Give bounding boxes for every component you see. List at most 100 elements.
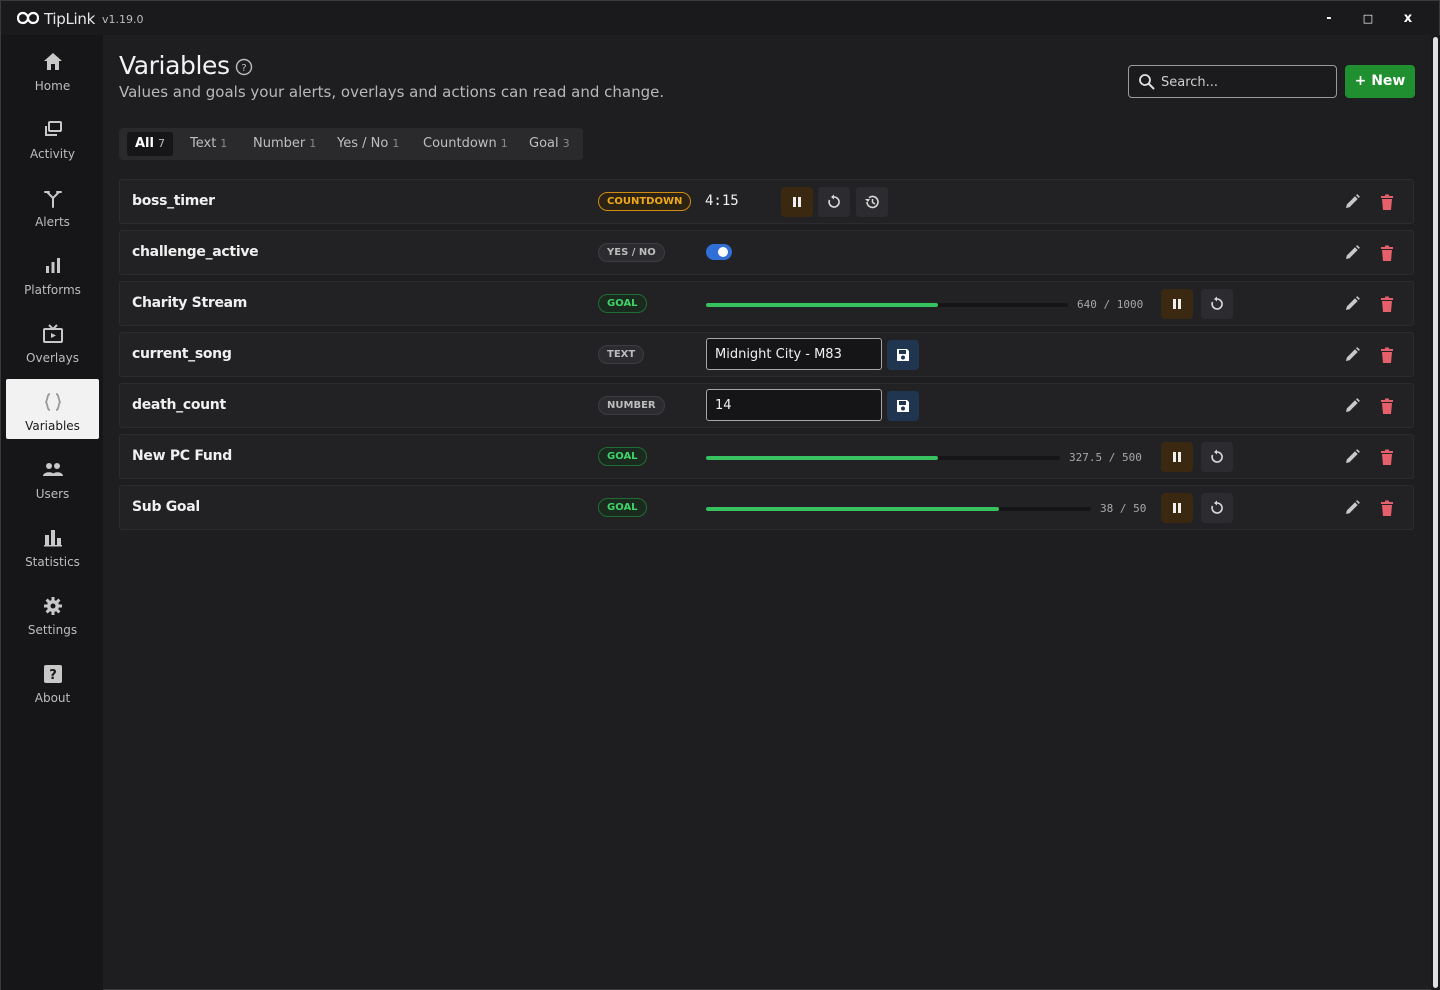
sidebar-item-label: Variables <box>25 419 80 433</box>
goal-progress-bar <box>706 303 1068 307</box>
tab-label: Number <box>253 136 306 151</box>
edit-icon[interactable] <box>1342 192 1362 212</box>
trash-icon[interactable] <box>1377 447 1397 467</box>
sidebar-item-home[interactable]: Home <box>6 39 99 99</box>
edit-icon[interactable] <box>1342 294 1362 314</box>
sidebar-item-statistics[interactable]: Statistics <box>6 515 99 575</box>
variable-row-sub-goal: Sub Goal GOAL 38 / 50 <box>119 485 1414 530</box>
edit-icon[interactable] <box>1342 243 1362 263</box>
sidebar-item-alerts[interactable]: Alerts <box>6 175 99 235</box>
tab-count: 1 <box>220 137 228 150</box>
search-box <box>1128 65 1337 98</box>
reset-button[interactable] <box>1201 442 1233 472</box>
app-version: v1.19.0 <box>102 13 144 26</box>
goal-progress-fill <box>706 507 999 511</box>
trash-icon[interactable] <box>1377 498 1397 518</box>
reset-icon <box>1211 500 1223 514</box>
title-bar: TipLink v1.19.0 - □ x <box>1 1 1439 35</box>
save-button[interactable] <box>887 340 919 370</box>
variables-icon <box>44 393 62 411</box>
sidebar-item-activity[interactable]: Activity <box>6 107 99 167</box>
sidebar-item-label: Home <box>34 79 71 93</box>
goal-current: 640 <box>1077 298 1097 311</box>
minimize-button[interactable]: - <box>1319 9 1339 29</box>
tab-label: All <box>135 136 154 151</box>
sidebar-item-label: Alerts <box>35 215 70 229</box>
goal-current: 38 <box>1100 502 1114 515</box>
yes-no-toggle[interactable] <box>706 244 732 260</box>
scrollbar[interactable] <box>1431 35 1440 990</box>
trash-icon[interactable] <box>1377 396 1397 416</box>
maximize-button[interactable]: □ <box>1358 9 1378 29</box>
tab-all[interactable]: All 7 <box>127 132 173 156</box>
type-badge: COUNTDOWN <box>598 192 692 211</box>
variable-name: challenge_active <box>132 244 259 260</box>
number-value-input[interactable] <box>706 389 882 421</box>
reset-icon <box>1211 296 1223 310</box>
type-badge: YES / NO <box>598 243 665 262</box>
type-badge: GOAL <box>598 498 647 517</box>
variable-row-boss-timer: boss_timer COUNTDOWN 4:15 <box>119 179 1414 224</box>
sidebar-item-about[interactable]: ? About <box>6 651 99 711</box>
scrollbar-thumb[interactable] <box>1433 37 1438 988</box>
reset-icon <box>828 194 840 208</box>
sidebar-item-overlays[interactable]: Overlays <box>6 311 99 371</box>
pause-button[interactable] <box>1161 442 1193 472</box>
sidebar-item-users[interactable]: Users <box>6 447 99 507</box>
tab-goal[interactable]: Goal 3 <box>521 132 578 156</box>
text-value-input[interactable] <box>706 338 882 370</box>
sidebar-item-platforms[interactable]: Platforms <box>6 243 99 303</box>
type-filter-tabs: All 7 Text 1 Number 1 Yes / No 1 Countdown 1 … <box>119 128 583 160</box>
sidebar-item-label: Platforms <box>24 283 81 297</box>
variable-row-challenge-active: challenge_active YES / NO <box>119 230 1414 275</box>
tab-countdown[interactable]: Countdown 1 <box>415 132 516 156</box>
statistics-icon <box>44 530 62 547</box>
svg-text:?: ? <box>241 63 246 74</box>
variable-row-new-pc-fund: New PC Fund GOAL 327.5 / 500 <box>119 434 1414 479</box>
tab-number[interactable]: Number 1 <box>245 132 324 156</box>
svg-text:?: ? <box>49 668 57 683</box>
pause-icon <box>1173 299 1181 309</box>
type-badge: TEXT <box>598 345 645 364</box>
pause-button[interactable] <box>1161 289 1193 319</box>
users-icon <box>43 463 63 476</box>
sidebar-item-variables[interactable]: Variables <box>6 379 99 439</box>
edit-icon[interactable] <box>1342 396 1362 416</box>
sidebar-item-label: Users <box>35 487 70 501</box>
trash-icon[interactable] <box>1377 192 1397 212</box>
reset-icon <box>1211 449 1223 463</box>
overlays-icon <box>43 324 63 343</box>
reset-button[interactable] <box>818 187 850 217</box>
edit-icon[interactable] <box>1342 345 1362 365</box>
goal-target: 1000 <box>1116 298 1144 311</box>
goal-progress-text: 640 / 1000 <box>1077 298 1144 311</box>
trash-icon[interactable] <box>1377 243 1397 263</box>
edit-icon[interactable] <box>1342 498 1362 518</box>
tab-yes-no[interactable]: Yes / No 1 <box>329 132 407 156</box>
variable-row-death-count: death_count NUMBER <box>119 383 1414 428</box>
tab-count: 1 <box>392 137 400 150</box>
tab-text[interactable]: Text 1 <box>182 132 235 156</box>
trash-icon[interactable] <box>1377 345 1397 365</box>
goal-progress-fill <box>706 456 938 460</box>
save-button[interactable] <box>887 391 919 421</box>
tab-count: 1 <box>309 137 317 150</box>
app-window: TipLink v1.19.0 - □ x Home Activity Aler… <box>0 0 1440 990</box>
app-name: TipLink <box>44 10 96 28</box>
sidebar-item-settings[interactable]: Settings <box>6 583 99 643</box>
pause-button[interactable] <box>781 187 813 217</box>
help-icon[interactable]: ? <box>235 58 253 76</box>
new-variable-button[interactable]: + New <box>1345 65 1415 98</box>
edit-icon[interactable] <box>1342 447 1362 467</box>
variable-name: Charity Stream <box>132 295 248 311</box>
close-button[interactable]: x <box>1398 9 1418 29</box>
search-input[interactable] <box>1161 72 1331 92</box>
history-button[interactable] <box>856 187 888 217</box>
reset-button[interactable] <box>1201 493 1233 523</box>
trash-icon[interactable] <box>1377 294 1397 314</box>
sidebar-item-label: Statistics <box>25 555 80 569</box>
reset-button[interactable] <box>1201 289 1233 319</box>
variable-name: current_song <box>132 346 232 362</box>
type-badge: GOAL <box>598 294 647 313</box>
pause-button[interactable] <box>1161 493 1193 523</box>
